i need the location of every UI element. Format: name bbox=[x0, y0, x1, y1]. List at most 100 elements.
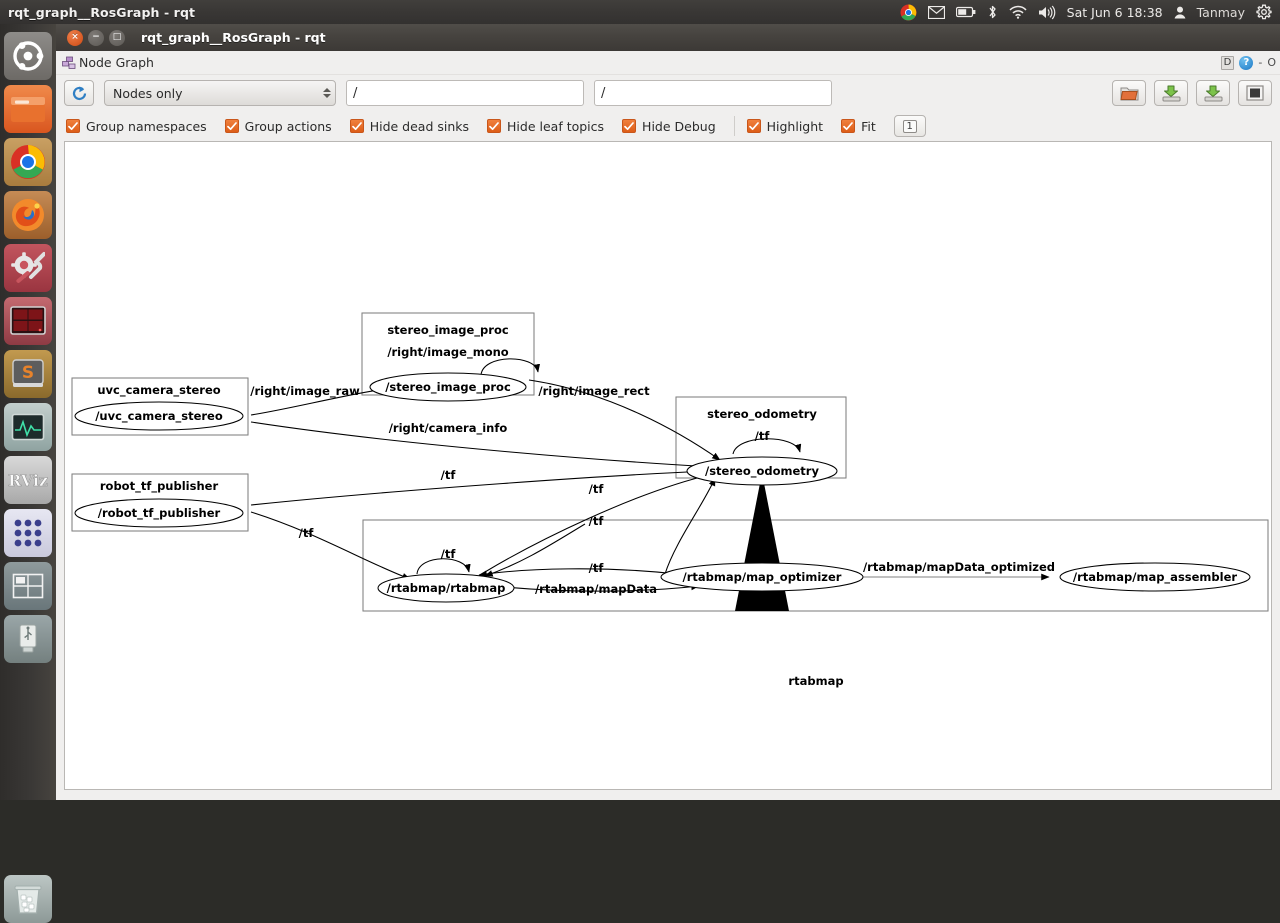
launcher-item-system-monitor[interactable] bbox=[4, 403, 52, 451]
graph-type-combobox[interactable]: Nodes only bbox=[104, 80, 336, 106]
checkbox-highlight[interactable]: Highlight bbox=[746, 119, 823, 134]
chrome-icon bbox=[11, 145, 45, 179]
edge-label-right-image-rect: /right/image_rect bbox=[538, 384, 650, 399]
trash-icon bbox=[14, 885, 42, 914]
checkmark-icon bbox=[746, 119, 761, 133]
launcher-item-rviz[interactable]: RViz bbox=[4, 456, 52, 504]
node-graph-panel-header: Node Graph D ? - O bbox=[56, 51, 1280, 75]
window-titlebar[interactable]: × − □ rqt_graph__RosGraph - rqt bbox=[56, 24, 1280, 51]
node-filter-value: / bbox=[353, 85, 358, 101]
username[interactable]: Tanmay bbox=[1197, 5, 1245, 20]
svg-text:RViz: RViz bbox=[8, 471, 48, 490]
cluster-label-rtabmap: rtabmap bbox=[788, 674, 843, 688]
checkbox-group-namespaces[interactable]: Group namespaces bbox=[66, 119, 207, 134]
topic-filter-value: / bbox=[601, 85, 606, 101]
ros-graph-svg: stereo_image_proc uvc_camera_stereo ster… bbox=[71, 312, 1269, 688]
system-monitor-icon bbox=[11, 413, 45, 441]
edge-tf-extra-into-rtabmap bbox=[484, 523, 586, 577]
wifi-icon[interactable] bbox=[1009, 3, 1027, 21]
launcher-item-terminal[interactable] bbox=[4, 297, 52, 345]
gear-icon[interactable] bbox=[1256, 3, 1272, 21]
battery-icon[interactable] bbox=[955, 3, 976, 21]
panel-close-button[interactable]: O bbox=[1267, 56, 1276, 69]
panel-dock-button[interactable]: D bbox=[1220, 55, 1235, 70]
window-minimize-button[interactable]: − bbox=[88, 29, 104, 46]
checkmark-icon bbox=[841, 119, 856, 133]
window-title: rqt_graph__RosGraph - rqt bbox=[141, 30, 326, 45]
launcher-item-trash[interactable] bbox=[4, 875, 52, 923]
window-maximize-button[interactable]: □ bbox=[109, 29, 125, 46]
launcher-item-ubuntu-dash[interactable] bbox=[4, 32, 52, 80]
bluetooth-icon[interactable] bbox=[987, 3, 998, 21]
system-tray: Sat Jun 6 18:38 Tanmay bbox=[900, 3, 1280, 21]
node-label-stereo-odometry: /stereo_odometry bbox=[705, 464, 819, 479]
launcher-item-sublime-text[interactable]: S bbox=[4, 350, 52, 398]
graph-toolbar: Nodes only / / bbox=[56, 75, 1280, 111]
node-graph-icon bbox=[62, 56, 76, 70]
edge-label-tf-odom-self: /tf bbox=[755, 429, 771, 443]
topic-filter-input[interactable]: / bbox=[594, 80, 832, 106]
close-icon: × bbox=[71, 32, 79, 42]
window-close-button[interactable]: × bbox=[67, 29, 83, 46]
usb-drive-icon bbox=[19, 624, 37, 653]
checkbox-fit[interactable]: Fit bbox=[841, 119, 876, 134]
node-label-stereo-image-proc: /stereo_image_proc bbox=[385, 380, 511, 395]
panel-minimize-button[interactable]: - bbox=[1258, 56, 1262, 69]
ros-graph-canvas[interactable]: stereo_image_proc uvc_camera_stereo ster… bbox=[64, 141, 1272, 790]
launcher-item-workspace-switcher[interactable] bbox=[4, 562, 52, 610]
checkmark-icon bbox=[224, 119, 239, 133]
ubuntu-logo-icon bbox=[13, 41, 44, 71]
launcher-item-system-settings[interactable] bbox=[4, 244, 52, 292]
node-filter-input[interactable]: / bbox=[346, 80, 584, 106]
chrome-icon[interactable] bbox=[900, 3, 917, 21]
edge-tf-optimizer-to-odom bbox=[664, 477, 716, 575]
load-dot-button[interactable] bbox=[1112, 80, 1146, 106]
cluster-label-stereo-image-proc: stereo_image_proc bbox=[387, 323, 509, 338]
node-label-rtabmap-map-assembler: /rtabmap/map_assembler bbox=[1073, 570, 1237, 585]
workspace-switcher-icon bbox=[12, 573, 44, 599]
launcher-item-usb-drive[interactable] bbox=[4, 615, 52, 663]
save-dot-icon bbox=[1162, 85, 1180, 101]
panel-help-button[interactable]: ? bbox=[1239, 55, 1254, 70]
rviz-icon: RViz bbox=[8, 471, 49, 491]
edge-label-tf-1: /tf bbox=[441, 468, 457, 482]
launcher-item-chrome[interactable] bbox=[4, 138, 52, 186]
checkbox-group-actions[interactable]: Group actions bbox=[224, 119, 332, 134]
firefox-icon bbox=[12, 199, 44, 231]
cluster-label-robot-tf-publisher: robot_tf_publisher bbox=[100, 479, 219, 494]
node-label-uvc-camera-stereo: /uvc_camera_stereo bbox=[95, 409, 223, 424]
mail-icon[interactable] bbox=[927, 3, 945, 21]
refresh-button[interactable] bbox=[64, 80, 94, 106]
launcher-item-app-grid[interactable] bbox=[4, 509, 52, 557]
graph-type-value: Nodes only bbox=[113, 85, 183, 101]
checkmark-icon bbox=[66, 119, 80, 133]
clock[interactable]: Sat Jun 6 18:38 bbox=[1067, 5, 1163, 20]
launcher-item-firefox[interactable] bbox=[4, 191, 52, 239]
fit-in-view-button[interactable] bbox=[1238, 80, 1272, 106]
save-image-button[interactable] bbox=[1196, 80, 1230, 106]
panel-title: Node Graph bbox=[79, 55, 154, 70]
edge-label-tf-5: /tf bbox=[589, 561, 605, 575]
checkbox-hide-debug[interactable]: Hide Debug bbox=[622, 119, 716, 134]
maximize-icon: □ bbox=[112, 32, 122, 42]
checkmark-icon bbox=[622, 119, 637, 133]
top-panel-window-title: rqt_graph__RosGraph - rqt bbox=[8, 4, 196, 20]
edge-tf-robot-to-odom bbox=[250, 467, 714, 506]
checkbox-hide-leaf-topics[interactable]: Hide leaf topics bbox=[487, 119, 604, 134]
zoom-reset-button[interactable]: 1 bbox=[893, 115, 926, 137]
checkbox-label: Hide leaf topics bbox=[507, 118, 605, 134]
checkbox-hide-dead-sinks[interactable]: Hide dead sinks bbox=[349, 118, 470, 134]
user-avatar-icon[interactable] bbox=[1174, 3, 1186, 21]
unity-top-panel: rqt_graph__RosGraph - rqt Sat Jun 6 18:3… bbox=[0, 0, 1280, 24]
edge-tf-rtabmap-self bbox=[416, 558, 471, 575]
checkbox-label: Hide dead sinks bbox=[369, 118, 470, 134]
save-dot-button[interactable] bbox=[1154, 80, 1188, 106]
launcher-item-files[interactable] bbox=[4, 85, 52, 133]
combobox-spinner-icon[interactable] bbox=[323, 88, 331, 98]
volume-icon[interactable] bbox=[1038, 3, 1056, 21]
panel-header-controls: D ? - O bbox=[1220, 55, 1280, 70]
fit-view-icon bbox=[1246, 85, 1264, 101]
node-label-rtabmap-map-optimizer: /rtabmap/map_optimizer bbox=[683, 570, 842, 585]
edge-right-image-mono bbox=[480, 358, 541, 376]
cluster-label-stereo-odometry: stereo_odometry bbox=[707, 407, 817, 422]
